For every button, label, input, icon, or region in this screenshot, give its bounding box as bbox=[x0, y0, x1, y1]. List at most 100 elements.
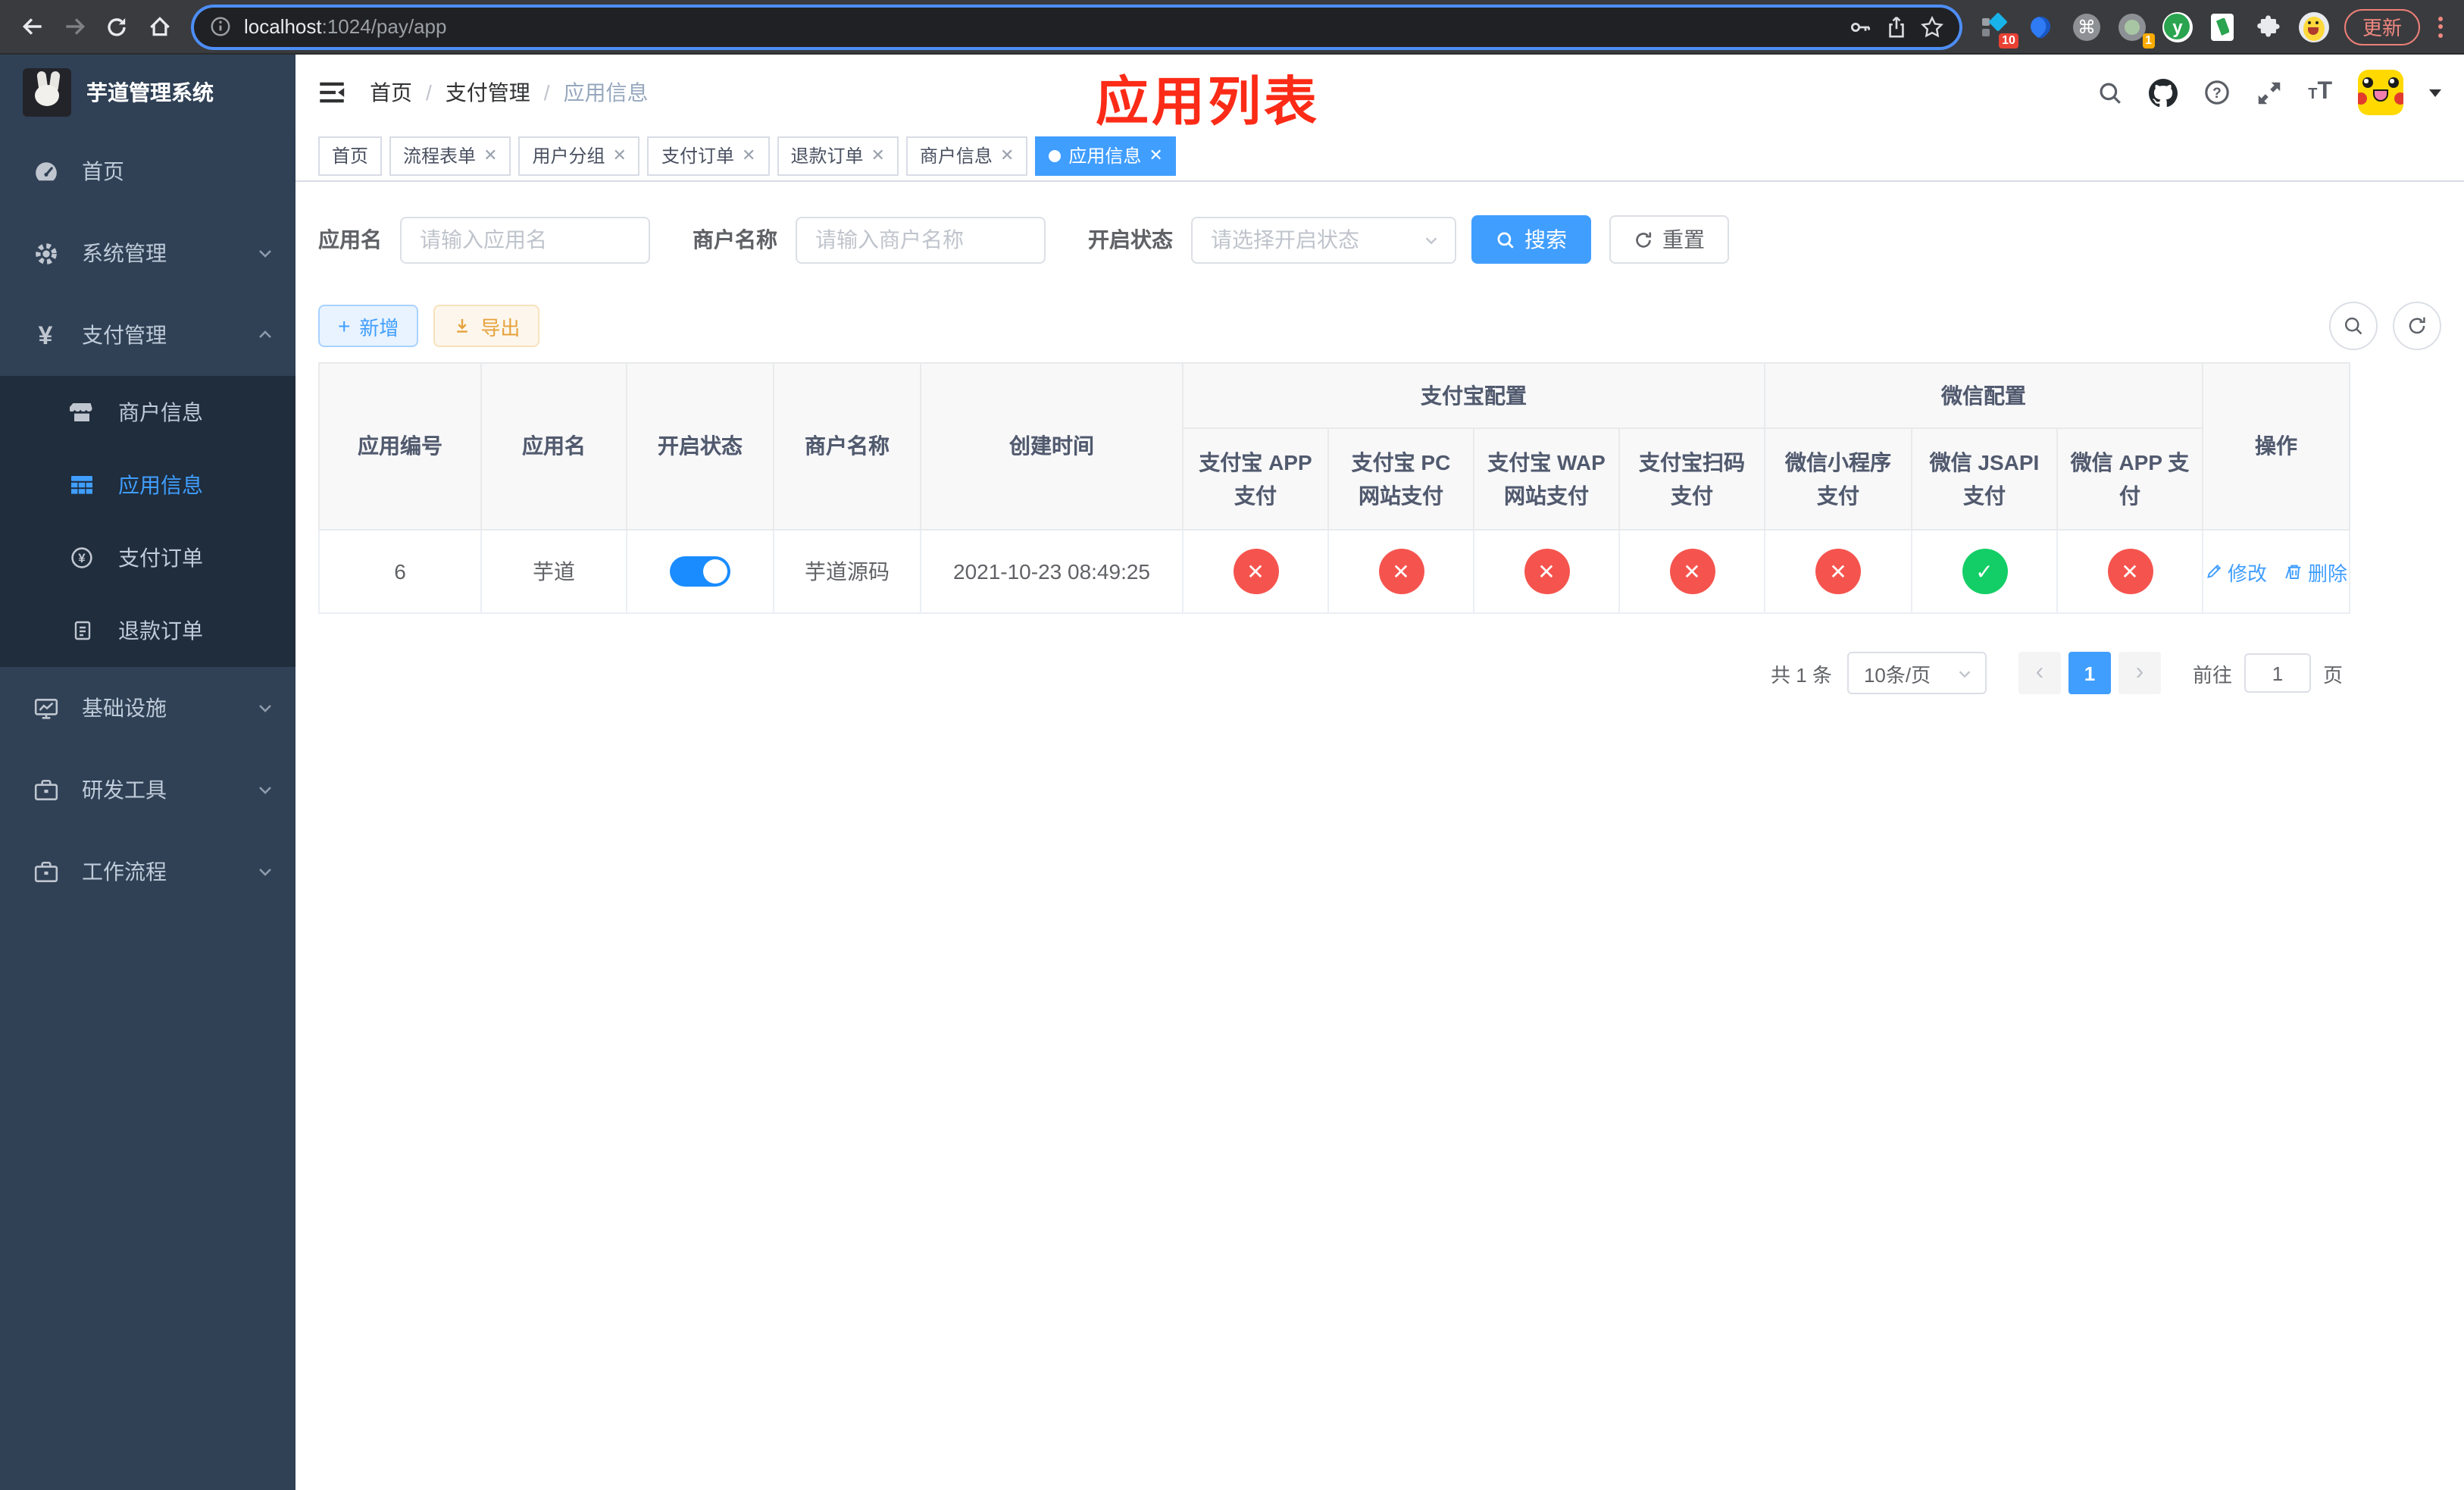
browser-back-button[interactable] bbox=[12, 7, 52, 46]
sidebar-item-infrastructure[interactable]: 基础设施 bbox=[0, 667, 295, 749]
sidebar-fold-icon[interactable] bbox=[318, 79, 346, 106]
sidebar-item-system[interactable]: 系统管理 bbox=[0, 212, 295, 294]
extension-camera-icon[interactable]: 1 bbox=[2114, 7, 2155, 48]
toolbox-icon bbox=[30, 777, 61, 803]
sidebar-item-refund-orders[interactable]: 退款订单 bbox=[0, 594, 295, 667]
breadcrumb-home[interactable]: 首页 bbox=[370, 77, 412, 108]
tab-merchant-info[interactable]: 商户信息 ✕ bbox=[905, 136, 1028, 175]
browser-update-button[interactable]: 更新 bbox=[2344, 8, 2420, 45]
sidebar-item-merchant-info[interactable]: 商户信息 bbox=[0, 376, 295, 449]
url-bar[interactable]: localhost:1024/pay/app bbox=[194, 7, 1959, 46]
dashboard-icon bbox=[30, 158, 61, 184]
extension-badge: 1 bbox=[2142, 33, 2155, 48]
goto-page-input[interactable] bbox=[2244, 653, 2311, 693]
app-name-input[interactable] bbox=[400, 216, 650, 263]
col-app-name: 应用名 bbox=[480, 362, 627, 531]
site-info-icon[interactable] bbox=[209, 15, 232, 38]
close-icon[interactable]: ✕ bbox=[1149, 146, 1162, 165]
extension-puzzle-icon[interactable] bbox=[2250, 7, 2287, 46]
wechat-app-status-icon: ✕ bbox=[2107, 549, 2153, 594]
grid-table-icon bbox=[67, 473, 97, 497]
table-toolbar: + 新增 导出 bbox=[318, 302, 2441, 350]
page-size-select[interactable]: 10条/页 bbox=[1846, 652, 1987, 694]
tab-home[interactable]: 首页 bbox=[318, 136, 383, 175]
search-icon[interactable] bbox=[2097, 80, 2123, 105]
url-text: localhost:1024/pay/app bbox=[244, 15, 447, 38]
search-button[interactable]: 搜索 bbox=[1471, 215, 1591, 264]
sidebar-item-home[interactable]: 首页 bbox=[0, 130, 295, 212]
tab-app-info[interactable]: 应用信息 ✕ bbox=[1035, 136, 1177, 175]
password-key-icon[interactable] bbox=[1849, 14, 1873, 39]
sidebar: 芋道管理系统 首页 系统管理 ¥ 支付管理 商户信息 应用信息 ¥ 支付订单 退… bbox=[0, 55, 295, 1490]
tab-pay-orders[interactable]: 支付订单 ✕ bbox=[647, 136, 770, 175]
extension-command-icon[interactable]: ⌘ bbox=[2068, 7, 2105, 46]
merchant-name-input[interactable] bbox=[796, 216, 1046, 263]
edit-pen-icon bbox=[2207, 564, 2222, 578]
search-icon bbox=[1497, 231, 1514, 248]
refresh-table-button[interactable] bbox=[2393, 302, 2441, 350]
filter-form: 应用名 商户名称 开启状态 请选择开启状态 bbox=[318, 215, 2441, 264]
fullscreen-icon[interactable] bbox=[2256, 80, 2282, 105]
bookmark-star-icon[interactable] bbox=[1920, 14, 1944, 39]
col-alipay-app: 支付宝 APP 支付 bbox=[1182, 427, 1329, 531]
extension-diamond-icon[interactable]: 10 bbox=[1978, 7, 2018, 48]
prev-page-button[interactable]: ‹ bbox=[2018, 652, 2061, 694]
app-logo-row[interactable]: 芋道管理系统 bbox=[0, 55, 295, 130]
delete-link[interactable]: 删除 bbox=[2285, 557, 2347, 586]
cell-app-name: 芋道 bbox=[480, 529, 627, 614]
tab-process-form[interactable]: 流程表单 ✕ bbox=[389, 136, 511, 175]
font-size-icon[interactable]: TT bbox=[2308, 80, 2332, 105]
user-menu-caret-icon[interactable] bbox=[2429, 89, 2441, 102]
tab-user-group[interactable]: 用户分组 ✕ bbox=[518, 136, 640, 175]
status-label: 开启状态 bbox=[1088, 227, 1173, 252]
reset-button[interactable]: 重置 bbox=[1609, 215, 1729, 264]
extension-balloon-icon[interactable] bbox=[2023, 7, 2059, 46]
app-title: 芋道管理系统 bbox=[86, 80, 214, 105]
col-app-id: 应用编号 bbox=[318, 362, 482, 531]
sidebar-item-app-info[interactable]: 应用信息 bbox=[0, 449, 295, 521]
chevron-down-icon bbox=[1959, 670, 1971, 678]
extension-y-icon[interactable]: y bbox=[2159, 7, 2196, 46]
browser-menu-icon[interactable] bbox=[2429, 16, 2452, 37]
close-icon[interactable]: ✕ bbox=[1000, 146, 1014, 165]
close-icon[interactable]: ✕ bbox=[483, 146, 497, 165]
add-button[interactable]: + 新增 bbox=[318, 305, 419, 347]
browser-forward-button[interactable] bbox=[55, 7, 94, 46]
status-select[interactable]: 请选择开启状态 bbox=[1191, 216, 1456, 263]
show-search-button[interactable] bbox=[2329, 302, 2378, 350]
browser-reload-button[interactable] bbox=[97, 7, 136, 46]
extension-badge: 10 bbox=[1999, 33, 2018, 48]
alipay-app-status-icon: ✕ bbox=[1233, 549, 1278, 594]
col-operations: 操作 bbox=[2202, 362, 2351, 531]
sidebar-item-payment[interactable]: ¥ 支付管理 bbox=[0, 294, 295, 376]
goto-label: 前往 bbox=[2192, 663, 2232, 686]
sidebar-item-pay-orders[interactable]: ¥ 支付订单 bbox=[0, 521, 295, 594]
github-icon[interactable] bbox=[2149, 78, 2178, 107]
share-icon[interactable] bbox=[1885, 14, 1908, 39]
export-button[interactable]: 导出 bbox=[433, 305, 540, 347]
chevron-down-icon bbox=[259, 705, 271, 712]
alipay-qr-status-icon: ✕ bbox=[1669, 549, 1715, 594]
tab-refund-orders[interactable]: 退款订单 ✕ bbox=[777, 136, 899, 175]
browser-home-button[interactable] bbox=[139, 7, 179, 46]
col-alipay-pc: 支付宝 PC 网站支付 bbox=[1327, 427, 1474, 531]
next-page-button[interactable]: › bbox=[2118, 652, 2161, 694]
help-icon[interactable]: ? bbox=[2203, 79, 2231, 106]
user-avatar[interactable] bbox=[2358, 70, 2403, 115]
sidebar-item-dev-tools[interactable]: 研发工具 bbox=[0, 749, 295, 831]
refresh-icon bbox=[2409, 317, 2425, 334]
extension-doc-icon[interactable] bbox=[2205, 7, 2241, 46]
edit-link[interactable]: 修改 bbox=[2205, 557, 2267, 586]
breadcrumb-current: 应用信息 bbox=[563, 80, 649, 105]
sidebar-item-workflow[interactable]: 工作流程 bbox=[0, 831, 295, 912]
profile-avatar-icon[interactable] bbox=[2296, 7, 2332, 46]
chevron-down-icon bbox=[1425, 236, 1437, 244]
enabled-switch[interactable] bbox=[670, 556, 730, 587]
close-icon[interactable]: ✕ bbox=[742, 146, 755, 165]
yen-circle-icon: ¥ bbox=[67, 546, 97, 570]
breadcrumb-payment[interactable]: 支付管理 bbox=[446, 77, 530, 108]
close-icon[interactable]: ✕ bbox=[871, 146, 884, 165]
gear-icon bbox=[30, 240, 61, 266]
close-icon[interactable]: ✕ bbox=[613, 146, 627, 165]
page-number[interactable]: 1 bbox=[2068, 652, 2111, 694]
